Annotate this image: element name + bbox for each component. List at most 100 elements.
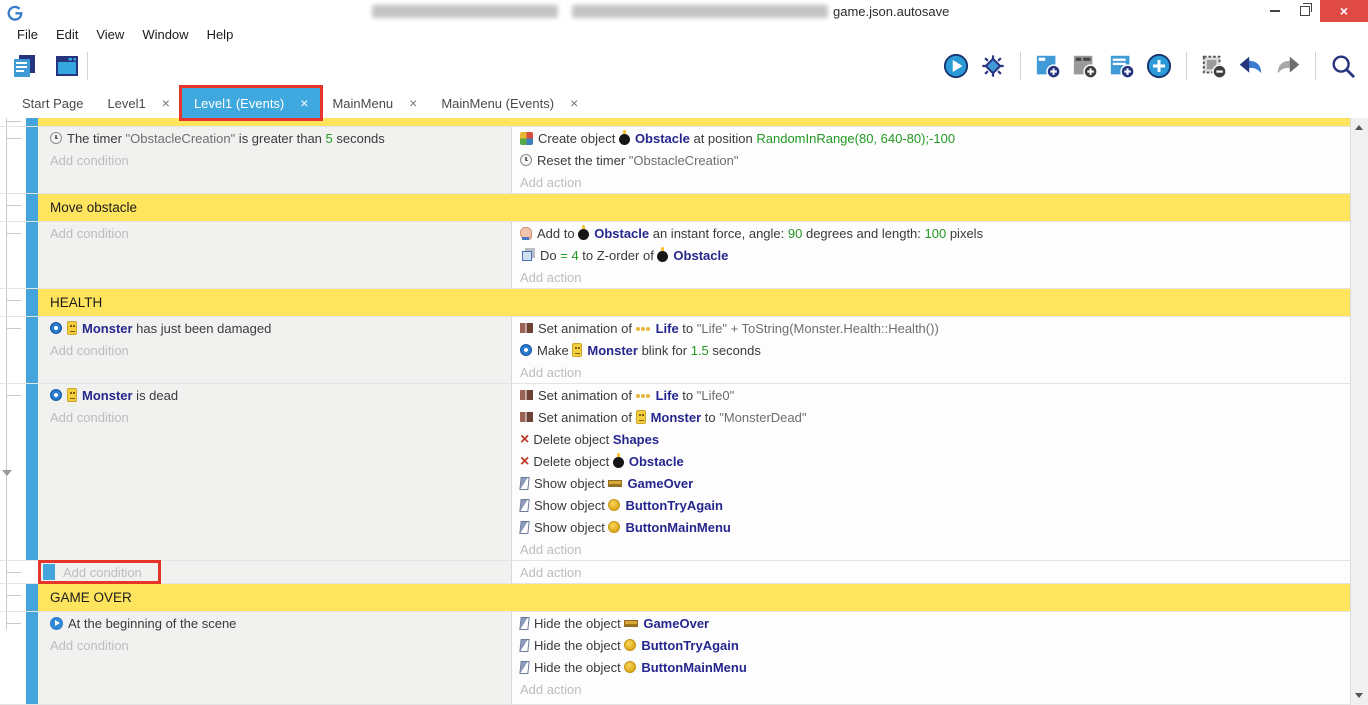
add-action-button[interactable]: Add action <box>512 171 1350 193</box>
event-row[interactable]: Monster is deadAdd conditionSet animatio… <box>0 384 1350 561</box>
action-line[interactable]: ×Delete object Shapes <box>512 428 1350 450</box>
condition-line[interactable]: Monster has just been damaged <box>38 317 511 339</box>
text-segment: Show object <box>534 476 608 491</box>
scroll-up-icon[interactable] <box>1355 125 1363 130</box>
play-icon <box>943 53 969 79</box>
scroll-down-icon[interactable] <box>1355 693 1363 698</box>
toolbar-search-button[interactable] <box>1328 51 1358 81</box>
monster-icon <box>572 343 582 357</box>
event-color-bar <box>26 194 38 221</box>
add-action-button[interactable]: Add action <box>512 678 1350 700</box>
action-line[interactable]: ×Delete object Obstacle <box>512 450 1350 472</box>
condition-line[interactable]: Monster is dead <box>38 384 511 406</box>
add-action-button[interactable]: Add action <box>512 361 1350 383</box>
tab-mainmenu[interactable]: MainMenu× <box>320 88 429 118</box>
toolbar-undo-button[interactable] <box>1236 51 1266 81</box>
toolbar-scene-editor-button[interactable] <box>52 51 82 81</box>
conditions-column: Monster is deadAdd condition <box>38 384 512 560</box>
action-line[interactable]: Reset the timer "ObstacleCreation" <box>512 149 1350 171</box>
menu-item-view[interactable]: View <box>87 27 133 42</box>
text-segment: At the beginning of the scene <box>68 616 236 631</box>
action-line[interactable]: Show object GameOver <box>512 472 1350 494</box>
comment-row[interactable]: Move obstacle <box>0 194 1350 222</box>
restore-button[interactable] <box>1290 0 1320 22</box>
add-condition-button[interactable]: Add condition <box>38 222 511 244</box>
menu-item-file[interactable]: File <box>8 27 47 42</box>
visibility-icon <box>519 499 529 512</box>
action-line[interactable]: Do = 4 to Z-order of Obstacle <box>512 244 1350 266</box>
tab-close-icon[interactable]: × <box>570 95 578 111</box>
menu-item-window[interactable]: Window <box>133 27 197 42</box>
add-action-button[interactable]: Add action <box>512 538 1350 560</box>
text-segment: to Z-order of <box>579 248 658 263</box>
comment-row[interactable]: GAME OVER <box>0 584 1350 612</box>
add-action-button[interactable]: Add action <box>512 561 1350 583</box>
comment-row[interactable]: HEALTH <box>0 289 1350 317</box>
close-button[interactable]: × <box>1320 0 1368 22</box>
menu-item-help[interactable]: Help <box>198 27 243 42</box>
action-line[interactable]: Show object ButtonTryAgain <box>512 494 1350 516</box>
action-line[interactable]: Set animation of Monster to "MonsterDead… <box>512 406 1350 428</box>
event-row[interactable]: At the beginning of the scene Add conditi… <box>0 612 1350 705</box>
add-condition-button[interactable]: Add condition <box>38 634 511 656</box>
event-row[interactable]: Monster has just been damagedAdd conditi… <box>0 317 1350 384</box>
placeholder-text: Add condition <box>50 153 129 168</box>
window-title: game.json.autosave <box>833 4 949 19</box>
tab-start-page[interactable]: Start Page <box>10 88 95 118</box>
event-row[interactable]: Add conditionAdd action <box>0 561 1350 584</box>
action-line[interactable]: Add to Obstacle an instant force, angle:… <box>512 222 1350 244</box>
comment-body[interactable]: HEALTH <box>38 289 1350 316</box>
toolbar-add-comment-button[interactable] <box>1107 51 1137 81</box>
text-segment: "ObstacleCreation" <box>126 131 236 146</box>
action-line[interactable]: Show object ButtonMainMenu <box>512 516 1350 538</box>
text-segment: Make <box>537 343 572 358</box>
event-color-chip <box>43 564 55 580</box>
menu-item-edit[interactable]: Edit <box>47 27 87 42</box>
add-condition-button[interactable]: Add condition <box>38 406 511 428</box>
action-line[interactable]: Hide the object GameOver <box>512 612 1350 634</box>
event-row[interactable]: The timer "ObstacleCreation" is greater … <box>0 127 1350 194</box>
tab-level1[interactable]: Level1× <box>95 88 182 118</box>
action-line[interactable]: Hide the object ButtonTryAgain <box>512 634 1350 656</box>
action-line[interactable]: Set animation of Life to "Life0" <box>512 384 1350 406</box>
timer-icon <box>50 132 62 144</box>
minimize-button[interactable] <box>1260 0 1290 22</box>
action-line[interactable]: Create object Obstacle at position Rando… <box>512 127 1350 149</box>
text-segment: Hide the object <box>534 638 624 653</box>
vertical-scrollbar[interactable] <box>1350 118 1368 705</box>
toolbar-delete-event-button[interactable] <box>1199 51 1229 81</box>
comment-body[interactable]: GAME OVER <box>38 584 1350 611</box>
toolbar-debug-button[interactable] <box>978 51 1008 81</box>
toolbar-add-event-button[interactable] <box>1033 51 1063 81</box>
comment-body[interactable]: Move obstacle <box>38 194 1350 221</box>
action-line[interactable]: Hide the object ButtonMainMenu <box>512 656 1350 678</box>
add-condition-button[interactable]: Add condition <box>38 149 511 171</box>
toolbar-play-button[interactable] <box>941 51 971 81</box>
actions-column: Set animation of Life to "Life0"Set anim… <box>512 384 1350 560</box>
add-action-button[interactable]: Add action <box>512 266 1350 288</box>
tab-label: Level1 (Events) <box>194 96 284 111</box>
comment-row[interactable] <box>0 118 1350 127</box>
toolbar-add-subevent-button[interactable] <box>1070 51 1100 81</box>
tab-level1-events[interactable]: Level1 (Events) × <box>182 88 321 118</box>
text-segment: has just been damaged <box>133 321 272 336</box>
text-segment: ButtonTryAgain <box>641 638 739 653</box>
toolbar-add-new-button[interactable] <box>1144 51 1174 81</box>
action-line[interactable]: Make Monster blink for 1.5 seconds <box>512 339 1350 361</box>
add-condition-button[interactable]: Add condition <box>38 339 511 361</box>
tab-mainmenu-events[interactable]: MainMenu (Events)× <box>429 88 590 118</box>
add-condition-button[interactable]: Add condition <box>38 561 511 583</box>
placeholder-text: Add action <box>520 682 581 697</box>
comment-body[interactable] <box>38 118 1350 126</box>
event-row[interactable]: Add conditionAdd to Obstacle an instant … <box>0 222 1350 289</box>
tab-close-icon[interactable]: × <box>409 95 417 111</box>
create-icon <box>520 132 533 145</box>
action-line[interactable]: Set animation of Life to "Life" + ToStri… <box>512 317 1350 339</box>
text-segment: ButtonMainMenu <box>641 660 746 675</box>
tab-close-icon[interactable]: × <box>162 95 170 111</box>
condition-line[interactable]: The timer "ObstacleCreation" is greater … <box>38 127 511 149</box>
toolbar-project-manager-button[interactable] <box>10 51 40 81</box>
toolbar-redo-button[interactable] <box>1273 51 1303 81</box>
tab-close-icon[interactable]: × <box>300 95 308 111</box>
condition-line[interactable]: At the beginning of the scene <box>38 612 511 634</box>
